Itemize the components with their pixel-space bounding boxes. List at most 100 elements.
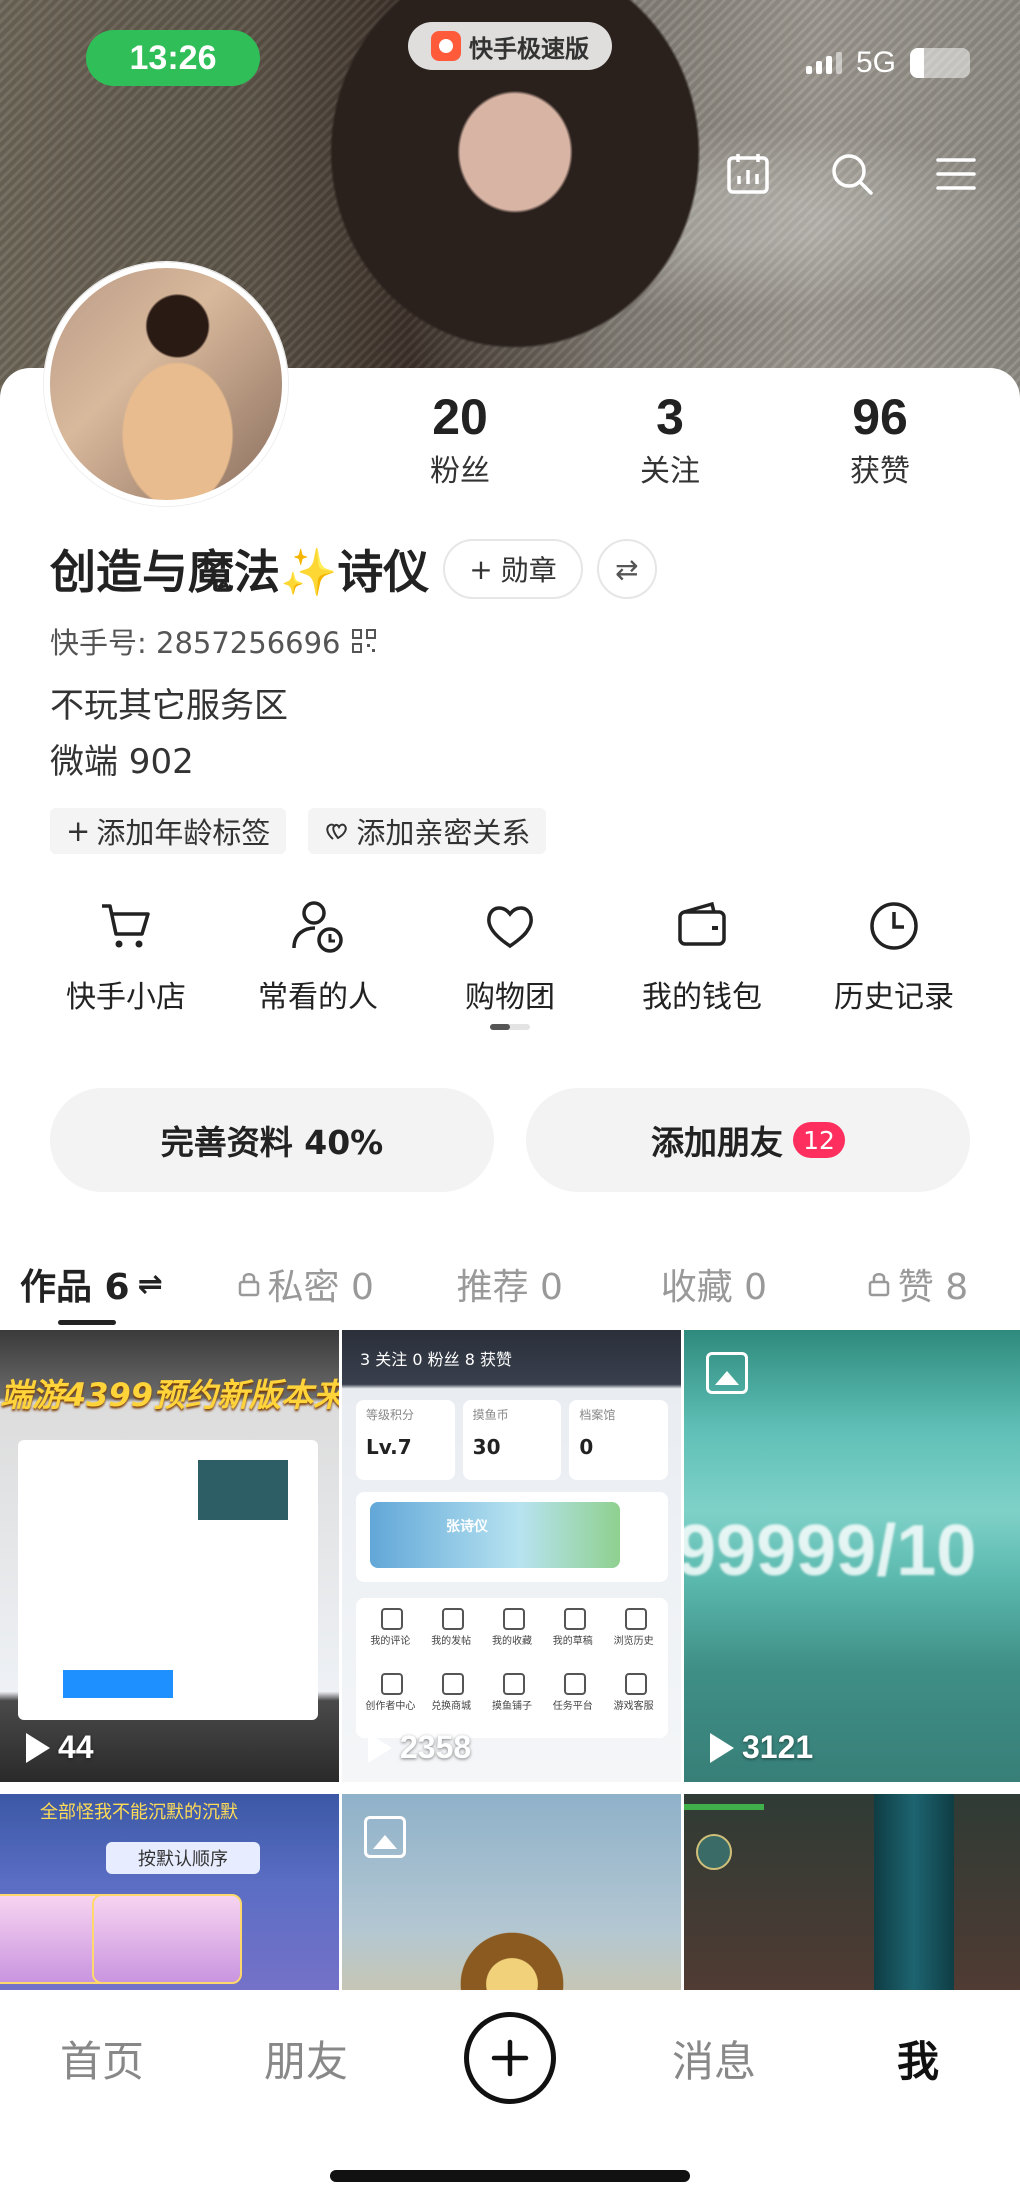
swap-icon: ⇄ bbox=[615, 552, 639, 586]
menu-item: 摸鱼铺子 bbox=[482, 1673, 543, 1728]
play-count: 44 bbox=[26, 1729, 94, 1766]
shortcut-group-buy[interactable]: 购物团 bbox=[414, 896, 606, 1016]
stat-number: 96 bbox=[852, 389, 908, 445]
add-relationship-button[interactable]: 添加亲密关系 bbox=[308, 808, 547, 854]
nav-friends[interactable]: 朋友 bbox=[204, 2028, 408, 2089]
menu-item: 兑换商城 bbox=[421, 1673, 482, 1728]
shortcut-label: 快手小店 bbox=[66, 980, 186, 1015]
box-key: 等级积分 bbox=[366, 1408, 415, 1422]
plus-icon bbox=[491, 2039, 529, 2077]
tab-label: 推荐 0 bbox=[456, 1267, 563, 1308]
box-key: 档案馆 bbox=[579, 1408, 616, 1422]
nav-create[interactable] bbox=[408, 2012, 612, 2104]
medal-button[interactable]: + 勋章 bbox=[443, 539, 583, 599]
nav-home[interactable]: 首页 bbox=[0, 2028, 204, 2089]
app-name: 快手极速版 bbox=[469, 34, 589, 63]
active-tab-indicator bbox=[58, 1320, 116, 1325]
lock-icon bbox=[238, 1273, 259, 1297]
tab-label: 私密 0 bbox=[267, 1267, 374, 1308]
work-stat-box: 摸鱼币 30 bbox=[462, 1400, 562, 1480]
shortcut-label: 常看的人 bbox=[258, 980, 378, 1015]
shortcut-label: 我的钱包 bbox=[642, 980, 762, 1015]
menu-item: 我的草稿 bbox=[542, 1608, 603, 1663]
game-skill-icon bbox=[696, 1834, 732, 1870]
add-age-tag-button[interactable]: + 添加年龄标签 bbox=[50, 808, 287, 854]
search-icon[interactable] bbox=[828, 150, 876, 198]
play-count-value: 2358 bbox=[400, 1729, 472, 1765]
medal-label: 勋章 bbox=[500, 554, 557, 587]
shortcut-shop[interactable]: 快手小店 bbox=[30, 896, 222, 1016]
signal-icon bbox=[805, 52, 842, 74]
avatar[interactable] bbox=[44, 262, 288, 506]
shortcut-frequent[interactable]: 常看的人 bbox=[222, 896, 414, 1016]
tab-label: 赞 8 bbox=[897, 1267, 969, 1308]
work-stat-boxes: 等级积分 Lv.7 摸鱼币 30 档案馆 0 bbox=[356, 1400, 669, 1480]
qr-code-icon[interactable] bbox=[351, 628, 377, 654]
kuaishou-id[interactable]: 快手号: 2857256696 bbox=[50, 620, 377, 662]
play-count: 3121 bbox=[710, 1729, 813, 1766]
plus-icon: + bbox=[469, 552, 493, 586]
work-header-text: 3 关注 0 粉丝 8 获赞 bbox=[360, 1350, 512, 1369]
image-post-icon bbox=[706, 1352, 748, 1394]
work-item[interactable]: 端游4399预约新版本来 44 bbox=[0, 1330, 339, 1782]
work-stat-box: 档案馆 0 bbox=[569, 1400, 669, 1480]
calendar-chart-icon[interactable] bbox=[724, 150, 772, 198]
profile-stats: 20 粉丝 3 关注 96 获赞 bbox=[380, 390, 960, 490]
tag-label: 添加亲密关系 bbox=[356, 816, 531, 850]
tab-label: 作品 6 bbox=[20, 1267, 130, 1308]
tab-works[interactable]: 作品 6 ⇌ bbox=[0, 1258, 204, 1310]
shortcut-row: 快手小店 常看的人 购物团 我的钱包 历史记录 bbox=[30, 896, 990, 1016]
nav-me[interactable]: 我 bbox=[816, 2028, 1020, 2089]
sort-swap-icon[interactable]: ⇌ bbox=[138, 1267, 163, 1302]
stat-number: 3 bbox=[656, 389, 684, 445]
app-indicator[interactable]: 快手极速版 bbox=[408, 22, 612, 70]
tab-recommend[interactable]: 推荐 0 bbox=[408, 1258, 612, 1310]
tab-liked[interactable]: 赞 8 bbox=[816, 1258, 1020, 1310]
heart-group-icon bbox=[487, 906, 533, 949]
menu-item: 我的收藏 bbox=[482, 1608, 543, 1663]
play-icon bbox=[26, 1732, 50, 1763]
friend-request-badge: 12 bbox=[793, 1122, 845, 1158]
header-actions bbox=[724, 150, 980, 198]
shortcut-label: 购物团 bbox=[465, 980, 555, 1015]
profile-tags: + 添加年龄标签 添加亲密关系 bbox=[50, 808, 547, 854]
add-friend-button[interactable]: 添加朋友 12 bbox=[526, 1088, 970, 1192]
play-count-value: 44 bbox=[58, 1729, 94, 1765]
create-button[interactable] bbox=[464, 2012, 556, 2104]
stat-likes[interactable]: 96 获赞 bbox=[800, 390, 960, 490]
work-stat-box: 等级积分 Lv.7 bbox=[356, 1400, 455, 1480]
work-item[interactable]: 99999/10 3121 bbox=[684, 1330, 1020, 1782]
shortcut-wallet[interactable]: 我的钱包 bbox=[606, 896, 798, 1016]
tab-favorites[interactable]: 收藏 0 bbox=[612, 1258, 816, 1310]
work-overlay-text: 99999/10 bbox=[684, 1511, 977, 1591]
tag-label: 添加年龄标签 bbox=[96, 816, 271, 850]
bio: 不玩其它服务区 微端 902 bbox=[50, 678, 288, 790]
health-bar bbox=[684, 1804, 764, 1810]
tab-private[interactable]: 私密 0 bbox=[204, 1258, 408, 1310]
tab-label: 收藏 0 bbox=[660, 1267, 768, 1308]
game-character-name: 张诗仪 bbox=[446, 1519, 488, 1535]
system-status: 5G bbox=[805, 46, 970, 80]
bottom-nav: 首页 朋友 消息 我 bbox=[0, 1990, 1020, 2207]
action-buttons: 完善资料 40% 添加朋友 12 bbox=[50, 1088, 970, 1192]
menu-item: 我的评论 bbox=[360, 1608, 421, 1663]
complete-profile-button[interactable]: 完善资料 40% bbox=[50, 1088, 494, 1192]
stat-label: 关注 bbox=[640, 454, 700, 489]
work-banner-text: 端游4399预约新版本来 bbox=[0, 1376, 339, 1414]
stat-followers[interactable]: 20 粉丝 bbox=[380, 390, 540, 490]
box-value: 30 bbox=[472, 1435, 501, 1459]
clock-icon bbox=[870, 902, 918, 950]
profile-name: 创造与魔法✨诗仪 bbox=[50, 545, 430, 599]
nav-messages[interactable]: 消息 bbox=[612, 2028, 816, 2089]
stat-following[interactable]: 3 关注 bbox=[590, 390, 750, 490]
menu-item: 任务平台 bbox=[542, 1673, 603, 1728]
menu-item: 我的发帖 bbox=[421, 1608, 482, 1663]
box-key: 摸鱼币 bbox=[472, 1408, 509, 1422]
menu-icon[interactable] bbox=[932, 150, 980, 198]
shortcut-history[interactable]: 历史记录 bbox=[798, 896, 990, 1016]
work-sort-label: 按默认顺序 bbox=[106, 1842, 260, 1874]
play-icon bbox=[368, 1732, 392, 1763]
work-item[interactable]: 3 关注 0 粉丝 8 获赞 等级积分 Lv.7 摸鱼币 30 档案馆 0 张诗… bbox=[342, 1330, 681, 1782]
switch-account-button[interactable]: ⇄ bbox=[596, 539, 657, 599]
button-label: 添加朋友 bbox=[651, 1123, 783, 1162]
